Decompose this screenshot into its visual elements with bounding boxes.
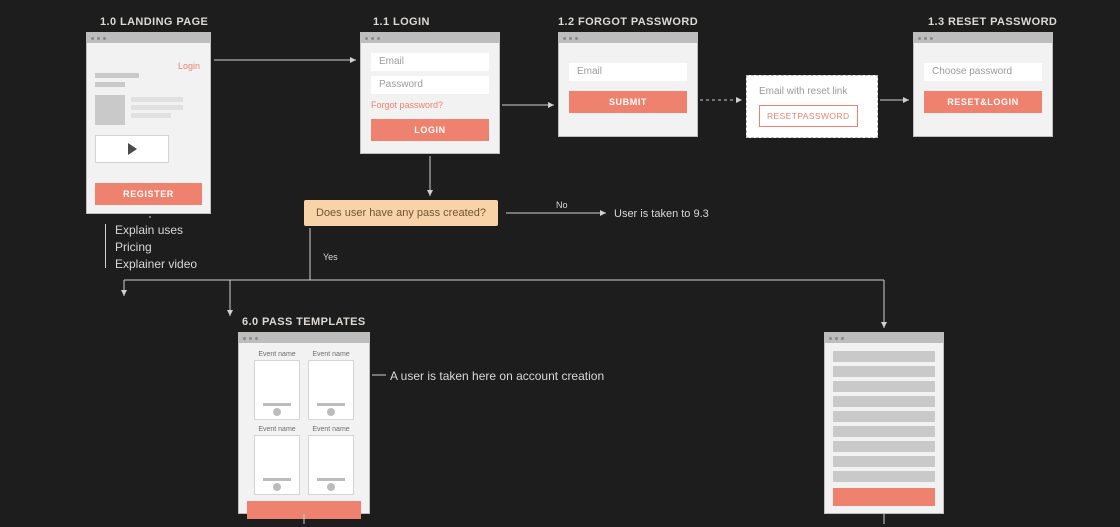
templates-description: A user is taken here on account creation <box>390 368 604 385</box>
list-item[interactable] <box>833 381 935 392</box>
section-title-reset: 1.3 RESET PASSWORD <box>928 16 1057 28</box>
list-item[interactable] <box>833 351 935 362</box>
templates-cta-button[interactable] <box>247 501 361 519</box>
login-button[interactable]: LOGIN <box>371 119 489 141</box>
section-title-landing: 1.0 LANDING PAGE <box>100 16 208 28</box>
section-title-templates: 6.0 PASS TEMPLATES <box>242 316 366 328</box>
pass-template-card[interactable] <box>308 435 354 495</box>
login-window: Email Password Forgot password? LOGIN <box>360 32 500 154</box>
email-field[interactable]: Email <box>371 53 489 71</box>
window-chrome <box>914 33 1052 43</box>
pass-card-label: Event name <box>258 351 295 358</box>
pass-template-card[interactable] <box>254 435 300 495</box>
list-item[interactable] <box>833 441 935 452</box>
pass-card-label: Event name <box>258 426 295 433</box>
bullet-pricing: Pricing <box>115 239 197 256</box>
section-title-forgot: 1.2 FORGOT PASSWORD <box>558 16 698 28</box>
pass-card-label: Event name <box>312 426 349 433</box>
login-link[interactable]: Login <box>178 61 200 71</box>
choose-password-field[interactable]: Choose password <box>924 63 1042 81</box>
register-button[interactable]: REGISTER <box>95 183 202 205</box>
play-icon[interactable] <box>95 135 169 163</box>
forgot-password-window: Email SUBMIT <box>558 32 698 137</box>
list-window <box>824 332 944 514</box>
decision-yes-label: Yes <box>323 252 338 262</box>
list-item[interactable] <box>833 366 935 377</box>
list-cta-button[interactable] <box>833 488 935 506</box>
window-chrome <box>825 333 943 343</box>
list-item[interactable] <box>833 471 935 482</box>
window-chrome <box>361 33 499 43</box>
decision-no-label: No <box>556 200 568 210</box>
window-chrome <box>239 333 369 343</box>
window-chrome <box>559 33 697 43</box>
forgot-submit-button[interactable]: SUBMIT <box>569 91 687 113</box>
section-title-login: 1.1 LOGIN <box>373 16 430 28</box>
decision-pass-created: Does user have any pass created? <box>304 200 498 226</box>
forgot-password-link[interactable]: Forgot password? <box>371 100 443 110</box>
bullet-explainer-video: Explainer video <box>115 256 197 273</box>
forgot-email-field[interactable]: Email <box>569 63 687 81</box>
pass-template-card[interactable] <box>254 360 300 420</box>
decision-no-result: User is taken to 9.3 <box>614 207 709 222</box>
landing-bullets: Explain uses Pricing Explainer video <box>115 222 197 272</box>
bullet-explain-uses: Explain uses <box>115 222 197 239</box>
window-chrome <box>87 33 210 43</box>
list-item[interactable] <box>833 396 935 407</box>
reset-login-button[interactable]: RESET&LOGIN <box>924 91 1042 113</box>
list-item[interactable] <box>833 456 935 467</box>
list-item[interactable] <box>833 426 935 437</box>
pass-card-label: Event name <box>312 351 349 358</box>
pass-template-card[interactable] <box>308 360 354 420</box>
pass-templates-window: Event name Event name Event name Event n… <box>238 332 370 514</box>
password-field[interactable]: Password <box>371 76 489 94</box>
reset-email-heading: Email with reset link <box>759 86 865 97</box>
reset-email-card: Email with reset link RESETPASSWORD <box>746 75 878 138</box>
landing-page-window: Login REGISTER <box>86 32 211 214</box>
reset-password-window: Choose password RESET&LOGIN <box>913 32 1053 137</box>
reset-password-link[interactable]: RESETPASSWORD <box>759 105 858 127</box>
list-item[interactable] <box>833 411 935 422</box>
